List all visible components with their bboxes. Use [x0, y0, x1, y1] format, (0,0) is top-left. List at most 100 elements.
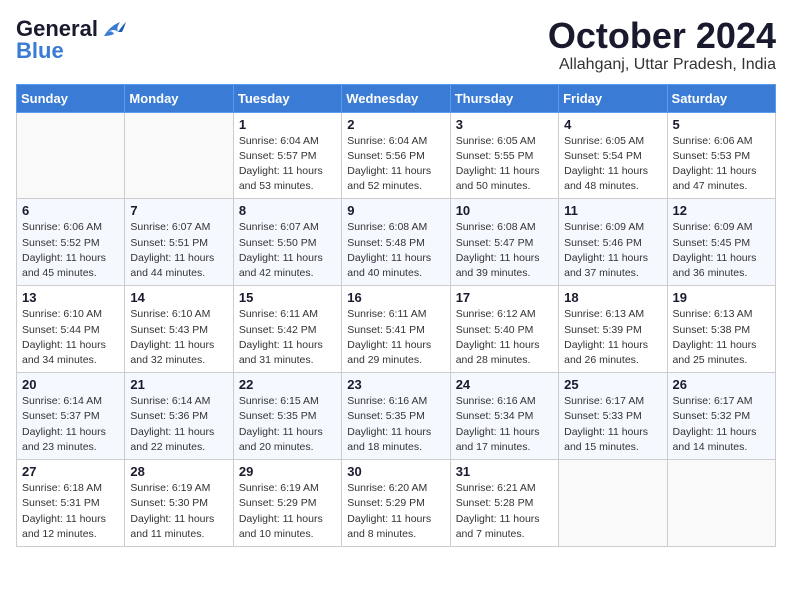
- day-info: Sunrise: 6:17 AM Sunset: 5:33 PM Dayligh…: [564, 394, 661, 455]
- day-info: Sunrise: 6:08 AM Sunset: 5:48 PM Dayligh…: [347, 220, 444, 281]
- day-info: Sunrise: 6:17 AM Sunset: 5:32 PM Dayligh…: [673, 394, 770, 455]
- calendar-cell: 13 Sunrise: 6:10 AM Sunset: 5:44 PM Dayli…: [17, 286, 125, 373]
- day-number: 26: [673, 377, 770, 392]
- day-info: Sunrise: 6:10 AM Sunset: 5:43 PM Dayligh…: [130, 307, 227, 368]
- weekday-header-wednesday: Wednesday: [342, 84, 450, 112]
- day-info: Sunrise: 6:14 AM Sunset: 5:36 PM Dayligh…: [130, 394, 227, 455]
- day-number: 14: [130, 290, 227, 305]
- day-info: Sunrise: 6:07 AM Sunset: 5:50 PM Dayligh…: [239, 220, 336, 281]
- day-info: Sunrise: 6:06 AM Sunset: 5:53 PM Dayligh…: [673, 134, 770, 195]
- calendar-week-row: 1Sunrise: 6:04 AM Sunset: 5:57 PM Daylig…: [17, 112, 776, 199]
- day-info: Sunrise: 6:10 AM Sunset: 5:44 PM Dayligh…: [22, 307, 119, 368]
- day-info: Sunrise: 6:12 AM Sunset: 5:40 PM Dayligh…: [456, 307, 553, 368]
- day-number: 23: [347, 377, 444, 392]
- day-info: Sunrise: 6:19 AM Sunset: 5:30 PM Dayligh…: [130, 481, 227, 542]
- day-number: 30: [347, 464, 444, 479]
- day-info: Sunrise: 6:21 AM Sunset: 5:28 PM Dayligh…: [456, 481, 553, 542]
- calendar-cell: 28 Sunrise: 6:19 AM Sunset: 5:30 PM Dayli…: [125, 460, 233, 547]
- day-number: 29: [239, 464, 336, 479]
- weekday-header-row: SundayMondayTuesdayWednesdayThursdayFrid…: [17, 84, 776, 112]
- month-title: October 2024: [548, 16, 776, 56]
- calendar-cell: 11Sunrise: 6:09 AM Sunset: 5:46 PM Dayli…: [559, 199, 667, 286]
- calendar-cell: [667, 460, 775, 547]
- calendar-cell: 10 Sunrise: 6:08 AM Sunset: 5:47 PM Dayli…: [450, 199, 558, 286]
- calendar-cell: 19Sunrise: 6:13 AM Sunset: 5:38 PM Dayli…: [667, 286, 775, 373]
- weekday-header-saturday: Saturday: [667, 84, 775, 112]
- day-info: Sunrise: 6:18 AM Sunset: 5:31 PM Dayligh…: [22, 481, 119, 542]
- day-number: 28: [130, 464, 227, 479]
- calendar-cell: [559, 460, 667, 547]
- calendar-cell: 22Sunrise: 6:15 AM Sunset: 5:35 PM Dayli…: [233, 373, 341, 460]
- day-number: 17: [456, 290, 553, 305]
- calendar-cell: 26 Sunrise: 6:17 AM Sunset: 5:32 PM Dayli…: [667, 373, 775, 460]
- day-number: 8: [239, 203, 336, 218]
- calendar-week-row: 20Sunrise: 6:14 AM Sunset: 5:37 PM Dayli…: [17, 373, 776, 460]
- calendar-cell: 12 Sunrise: 6:09 AM Sunset: 5:45 PM Dayli…: [667, 199, 775, 286]
- calendar-cell: 2Sunrise: 6:04 AM Sunset: 5:56 PM Daylig…: [342, 112, 450, 199]
- day-info: Sunrise: 6:04 AM Sunset: 5:57 PM Dayligh…: [239, 134, 336, 195]
- calendar-cell: 17 Sunrise: 6:12 AM Sunset: 5:40 PM Dayli…: [450, 286, 558, 373]
- day-number: 7: [130, 203, 227, 218]
- day-number: 27: [22, 464, 119, 479]
- day-number: 22: [239, 377, 336, 392]
- calendar-cell: 3 Sunrise: 6:05 AM Sunset: 5:55 PM Daylig…: [450, 112, 558, 199]
- calendar-cell: 8 Sunrise: 6:07 AM Sunset: 5:50 PM Daylig…: [233, 199, 341, 286]
- logo-bird-icon: [100, 18, 128, 40]
- calendar-cell: 15 Sunrise: 6:11 AM Sunset: 5:42 PM Dayli…: [233, 286, 341, 373]
- calendar-cell: [125, 112, 233, 199]
- day-info: Sunrise: 6:16 AM Sunset: 5:34 PM Dayligh…: [456, 394, 553, 455]
- calendar-cell: 20Sunrise: 6:14 AM Sunset: 5:37 PM Dayli…: [17, 373, 125, 460]
- day-number: 4: [564, 117, 661, 132]
- calendar-week-row: 27 Sunrise: 6:18 AM Sunset: 5:31 PM Dayli…: [17, 460, 776, 547]
- day-info: Sunrise: 6:08 AM Sunset: 5:47 PM Dayligh…: [456, 220, 553, 281]
- calendar-cell: 18Sunrise: 6:13 AM Sunset: 5:39 PM Dayli…: [559, 286, 667, 373]
- day-info: Sunrise: 6:09 AM Sunset: 5:45 PM Dayligh…: [673, 220, 770, 281]
- calendar-cell: 31 Sunrise: 6:21 AM Sunset: 5:28 PM Dayli…: [450, 460, 558, 547]
- day-number: 24: [456, 377, 553, 392]
- calendar-cell: [17, 112, 125, 199]
- location: Allahganj, Uttar Pradesh, India: [548, 56, 776, 74]
- day-info: Sunrise: 6:16 AM Sunset: 5:35 PM Dayligh…: [347, 394, 444, 455]
- day-number: 9: [347, 203, 444, 218]
- calendar-week-row: 13 Sunrise: 6:10 AM Sunset: 5:44 PM Dayli…: [17, 286, 776, 373]
- weekday-header-monday: Monday: [125, 84, 233, 112]
- day-number: 12: [673, 203, 770, 218]
- day-info: Sunrise: 6:06 AM Sunset: 5:52 PM Dayligh…: [22, 220, 119, 281]
- day-info: Sunrise: 6:13 AM Sunset: 5:38 PM Dayligh…: [673, 307, 770, 368]
- calendar-table: SundayMondayTuesdayWednesdayThursdayFrid…: [16, 84, 776, 547]
- calendar-cell: 24 Sunrise: 6:16 AM Sunset: 5:34 PM Dayli…: [450, 373, 558, 460]
- weekday-header-tuesday: Tuesday: [233, 84, 341, 112]
- day-number: 15: [239, 290, 336, 305]
- calendar-cell: 21Sunrise: 6:14 AM Sunset: 5:36 PM Dayli…: [125, 373, 233, 460]
- weekday-header-friday: Friday: [559, 84, 667, 112]
- day-number: 18: [564, 290, 661, 305]
- calendar-cell: 14 Sunrise: 6:10 AM Sunset: 5:43 PM Dayli…: [125, 286, 233, 373]
- day-number: 10: [456, 203, 553, 218]
- day-info: Sunrise: 6:11 AM Sunset: 5:41 PM Dayligh…: [347, 307, 444, 368]
- day-info: Sunrise: 6:07 AM Sunset: 5:51 PM Dayligh…: [130, 220, 227, 281]
- day-number: 16: [347, 290, 444, 305]
- day-number: 13: [22, 290, 119, 305]
- day-info: Sunrise: 6:19 AM Sunset: 5:29 PM Dayligh…: [239, 481, 336, 542]
- day-info: Sunrise: 6:11 AM Sunset: 5:42 PM Dayligh…: [239, 307, 336, 368]
- calendar-cell: 25Sunrise: 6:17 AM Sunset: 5:33 PM Dayli…: [559, 373, 667, 460]
- day-info: Sunrise: 6:05 AM Sunset: 5:55 PM Dayligh…: [456, 134, 553, 195]
- calendar-cell: 9 Sunrise: 6:08 AM Sunset: 5:48 PM Daylig…: [342, 199, 450, 286]
- calendar-cell: 16 Sunrise: 6:11 AM Sunset: 5:41 PM Dayli…: [342, 286, 450, 373]
- calendar-cell: 7 Sunrise: 6:07 AM Sunset: 5:51 PM Daylig…: [125, 199, 233, 286]
- logo: General Blue: [16, 16, 128, 64]
- day-number: 31: [456, 464, 553, 479]
- calendar-cell: 29 Sunrise: 6:19 AM Sunset: 5:29 PM Dayli…: [233, 460, 341, 547]
- day-info: Sunrise: 6:09 AM Sunset: 5:46 PM Dayligh…: [564, 220, 661, 281]
- calendar-cell: 23 Sunrise: 6:16 AM Sunset: 5:35 PM Dayli…: [342, 373, 450, 460]
- calendar-cell: 1Sunrise: 6:04 AM Sunset: 5:57 PM Daylig…: [233, 112, 341, 199]
- weekday-header-sunday: Sunday: [17, 84, 125, 112]
- day-number: 5: [673, 117, 770, 132]
- calendar-cell: 27 Sunrise: 6:18 AM Sunset: 5:31 PM Dayli…: [17, 460, 125, 547]
- weekday-header-thursday: Thursday: [450, 84, 558, 112]
- calendar-cell: 5 Sunrise: 6:06 AM Sunset: 5:53 PM Daylig…: [667, 112, 775, 199]
- page-header: General Blue October 2024 Allahganj, Utt…: [16, 16, 776, 74]
- calendar-cell: 4Sunrise: 6:05 AM Sunset: 5:54 PM Daylig…: [559, 112, 667, 199]
- day-number: 3: [456, 117, 553, 132]
- day-info: Sunrise: 6:14 AM Sunset: 5:37 PM Dayligh…: [22, 394, 119, 455]
